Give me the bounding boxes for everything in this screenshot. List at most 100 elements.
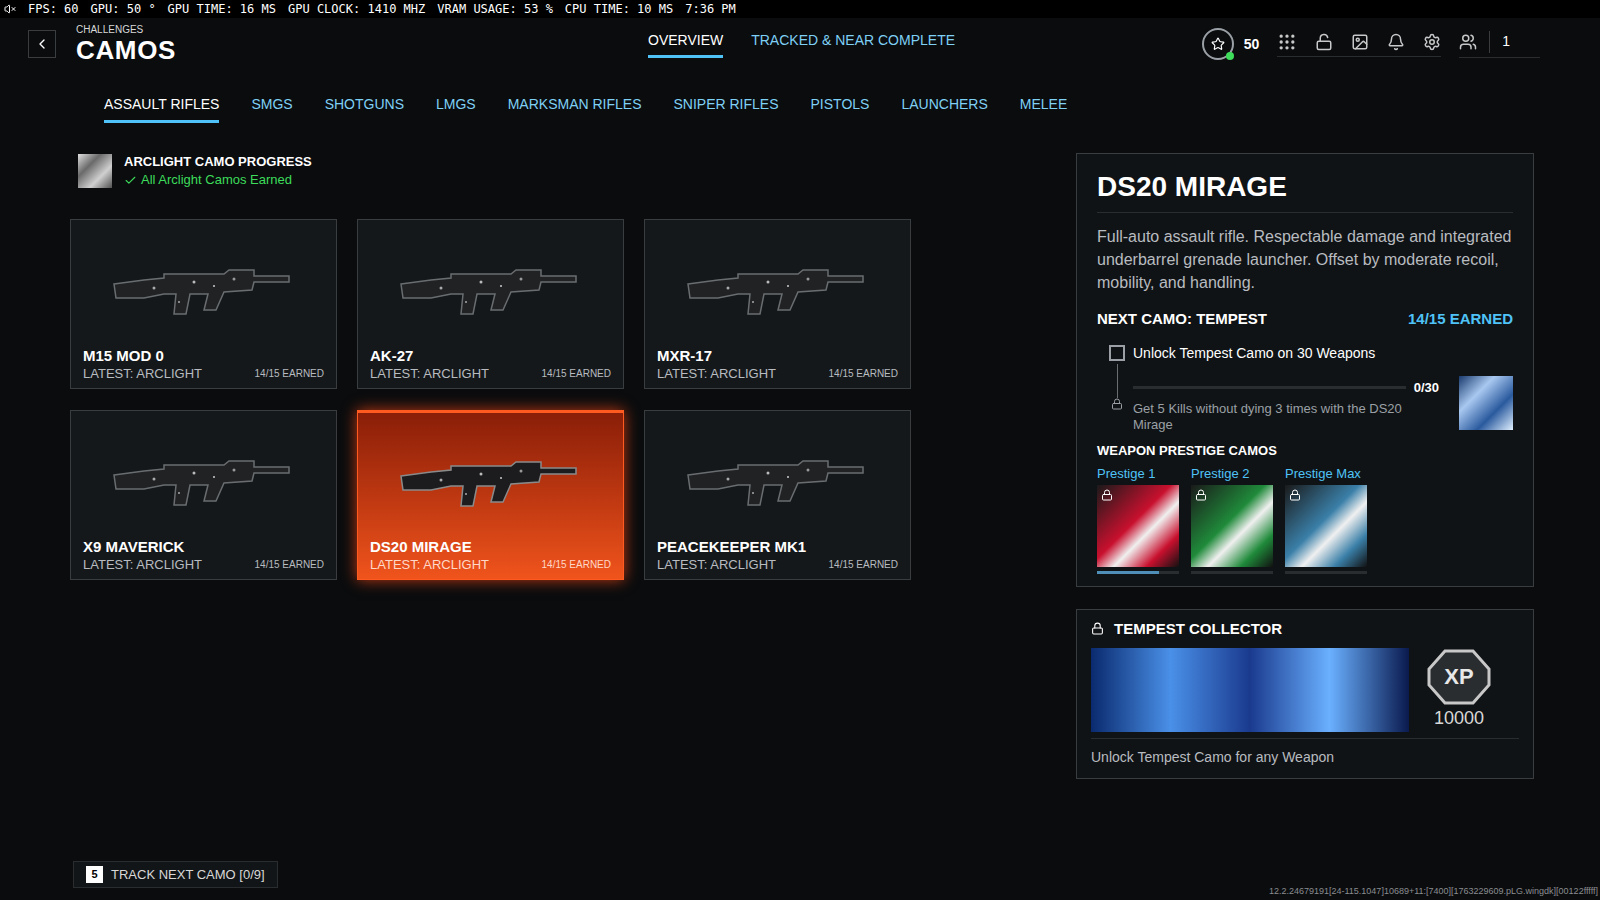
weapon-card-footer: DS20 MIRAGELATEST: ARCLIGHT14/15 EARNED <box>358 538 623 579</box>
category-tabs: ASSAULT RIFLES SMGS SHOTGUNS LMGS MARKSMAN R… <box>0 94 1600 123</box>
prestige-progress-track <box>1191 571 1273 574</box>
xp-label: XP <box>1444 660 1473 693</box>
weapon-earned: 14/15 EARNED <box>542 365 611 382</box>
track-next-camo-label: TRACK NEXT CAMO [0/9] <box>111 865 265 885</box>
track-next-camo-button[interactable]: 5TRACK NEXT CAMO [0/9] <box>73 861 278 889</box>
image-icon[interactable] <box>1351 33 1369 51</box>
prestige-item[interactable]: Prestige Max <box>1285 465 1367 574</box>
prestige-item[interactable]: Prestige 2 <box>1191 465 1273 574</box>
collector-description: Unlock Tempest Camo for any Weapon <box>1077 747 1533 768</box>
prestige-label: Prestige 1 <box>1097 465 1179 483</box>
weapon-latest: LATEST: ARCLIGHT <box>83 556 202 573</box>
online-dot-icon <box>1226 52 1234 60</box>
weapon-latest: LATEST: ARCLIGHT <box>370 365 489 382</box>
prestige-progress-fill <box>1097 571 1159 574</box>
category-tab[interactable]: SHOTGUNS <box>325 94 404 123</box>
header-tab[interactable]: OVERVIEW <box>648 30 723 58</box>
party-group[interactable]: 1 <box>1459 31 1540 58</box>
collector-divider <box>1091 738 1519 739</box>
prestige-section: WEAPON PRESTIGE CAMOS Prestige 1 Prestige … <box>1097 441 1513 574</box>
connector-line <box>1117 364 1118 398</box>
category-tab[interactable]: LMGS <box>436 94 476 123</box>
collector-panel: TEMPEST COLLECTOR XP10000 Unlock Tempest C… <box>1076 609 1534 780</box>
weapon-latest: LATEST: ARCLIGHT <box>657 556 806 573</box>
weapon-card-footer: X9 MAVERICKLATEST: ARCLIGHT14/15 EARNED <box>71 538 336 579</box>
page-title: CAMOS <box>76 36 176 64</box>
overlay-stat: GPU: 50 ° <box>87 0 160 18</box>
collector-body: XP10000 <box>1077 648 1533 732</box>
rifle-image <box>678 254 878 324</box>
overlay-stat: GPU CLOCK: 1410 MHZ <box>284 0 429 18</box>
next-camo-row: NEXT CAMO: TEMPEST14/15 EARNED <box>1097 308 1513 331</box>
weapon-card[interactable]: X9 MAVERICKLATEST: ARCLIGHT14/15 EARNED <box>70 410 337 580</box>
title-block: CHALLENGESCAMOS <box>76 24 176 64</box>
footer: 5TRACK NEXT CAMO [0/9]12.2.24679191[24-1… <box>0 861 1600 900</box>
level-value: 50 <box>1244 34 1260 55</box>
weapon-text: MXR-17LATEST: ARCLIGHT <box>657 347 776 382</box>
weapon-card[interactable]: AK-27LATEST: ARCLIGHT14/15 EARNED <box>357 219 624 389</box>
prestige-title: WEAPON PRESTIGE CAMOS <box>1097 441 1513 461</box>
camo-progress: ARCLIGHT CAMO PROGRESSAll Arclight Camos… <box>70 153 960 189</box>
breadcrumb: CHALLENGES <box>76 24 176 36</box>
overlay-stat: VRAM USAGE: 53 % <box>433 0 557 18</box>
challenge: Unlock Tempest Camo on 30 Weapons0/30Get… <box>1097 343 1513 434</box>
category-tab[interactable]: PISTOLS <box>811 94 870 123</box>
weapon-text: X9 MAVERICKLATEST: ARCLIGHT <box>83 538 202 573</box>
tempest-camo-thumbnail <box>1459 376 1513 430</box>
header-tab[interactable]: TRACKED & NEAR COMPLETE <box>751 30 955 58</box>
weapon-card[interactable]: PEACEKEEPER MK1LATEST: ARCLIGHT14/15 EAR… <box>644 410 911 580</box>
weapon-name: X9 MAVERICK <box>83 538 202 556</box>
mute-icon <box>0 3 20 15</box>
camos-screen: FPS: 60GPU: 50 °GPU TIME: 16 MSGPU CLOCK… <box>0 0 1600 900</box>
category-tab[interactable]: SNIPER RIFLES <box>674 94 779 123</box>
weapon-text: DS20 MIRAGELATEST: ARCLIGHT <box>370 538 489 573</box>
weapon-card-footer: M15 MOD 0LATEST: ARCLIGHT14/15 EARNED <box>71 347 336 388</box>
lock-icon <box>1195 489 1207 501</box>
weapon-card[interactable]: M15 MOD 0LATEST: ARCLIGHT14/15 EARNED <box>70 219 337 389</box>
challenge-progress-block: 0/30Get 5 Kills without dying 3 times wi… <box>1133 364 1439 434</box>
weapon-card-footer: AK-27LATEST: ARCLIGHT14/15 EARNED <box>358 347 623 388</box>
level-badge[interactable]: 50 <box>1202 28 1260 60</box>
prestige-camo-tile <box>1191 485 1273 567</box>
lock-icon <box>1091 622 1104 635</box>
grid-icon[interactable] <box>1277 32 1297 52</box>
back-button[interactable] <box>28 30 56 58</box>
weapon-name: M15 MOD 0 <box>83 347 202 365</box>
weapon-image-area <box>358 413 623 538</box>
unlock-icon[interactable] <box>1315 33 1333 51</box>
challenge-checkbox[interactable] <box>1109 345 1125 361</box>
camo-progress-title: ARCLIGHT CAMO PROGRESS <box>124 153 312 171</box>
collector-title: TEMPEST COLLECTOR <box>1114 618 1282 641</box>
challenge-progress-row: 0/30 <box>1133 378 1439 398</box>
category-tab[interactable]: MARKSMAN RIFLES <box>508 94 642 123</box>
category-tab[interactable]: MELEE <box>1020 94 1067 123</box>
prestige-item[interactable]: Prestige 1 <box>1097 465 1179 574</box>
header: CHALLENGESCAMOS OVERVIEW TRACKED & NEAR CO… <box>0 18 1600 70</box>
challenge-row[interactable]: Unlock Tempest Camo on 30 Weapons <box>1109 343 1513 364</box>
collector-banner <box>1091 648 1409 732</box>
chevron-left-icon <box>34 36 50 52</box>
weapon-card-footer: MXR-17LATEST: ARCLIGHT14/15 EARNED <box>645 347 910 388</box>
bell-icon[interactable] <box>1387 33 1405 51</box>
weapon-latest: LATEST: ARCLIGHT <box>83 365 202 382</box>
prestige-progress-track <box>1285 571 1367 574</box>
category-tab[interactable]: SMGS <box>251 94 292 123</box>
category-tab[interactable]: ASSAULT RIFLES <box>104 94 219 123</box>
xp-reward: XP10000 <box>1427 649 1491 732</box>
weapon-card[interactable]: MXR-17LATEST: ARCLIGHT14/15 EARNED <box>644 219 911 389</box>
xp-badge: XP <box>1427 649 1491 705</box>
lock-icon <box>1101 489 1113 501</box>
party-icon <box>1459 33 1477 51</box>
next-camo-label: NEXT CAMO: TEMPEST <box>1097 308 1267 331</box>
prestige-label: Prestige Max <box>1285 465 1367 483</box>
progress-reading: 0/30 <box>1414 378 1439 398</box>
weapon-card[interactable]: DS20 MIRAGELATEST: ARCLIGHT14/15 EARNED <box>357 410 624 580</box>
category-tab[interactable]: LAUNCHERS <box>901 94 987 123</box>
gear-icon[interactable] <box>1423 33 1441 51</box>
weapon-image-area <box>71 220 336 347</box>
icon-group <box>1277 32 1441 57</box>
party-count: 1 <box>1502 31 1540 52</box>
collector-header: TEMPEST COLLECTOR <box>1077 610 1533 649</box>
weapon-image-area <box>645 411 910 538</box>
progress-track <box>1133 386 1406 389</box>
